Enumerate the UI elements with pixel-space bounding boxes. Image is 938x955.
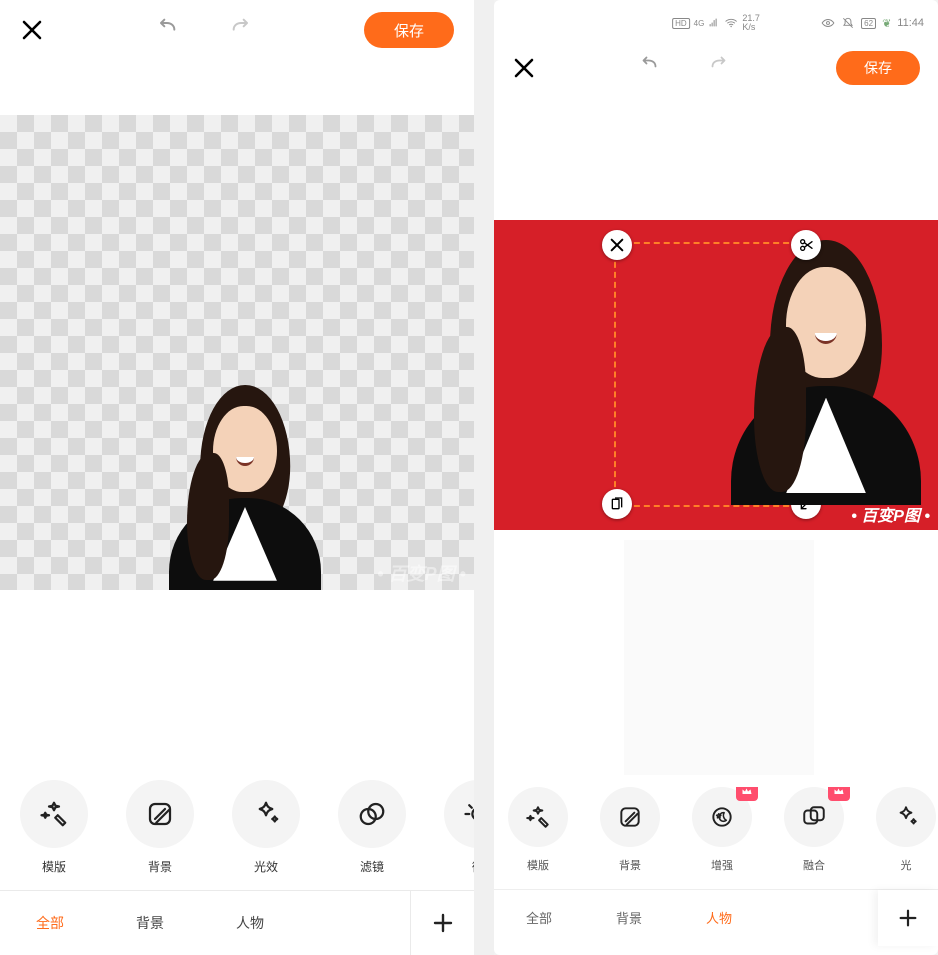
left-editor-pane: 保存 • 百变P图 • 模版 背景 光效 [0,0,474,955]
wifi-icon [724,16,738,30]
undo-button[interactable] [632,56,668,80]
tab-person[interactable]: 人物 [200,913,300,933]
tool-light[interactable]: 光效 [232,780,300,875]
signal-icon [708,17,720,29]
net-speed: 21.7K/s [742,14,760,32]
clock: 11:44 [897,17,924,29]
selection-frame[interactable] [614,242,809,507]
leaf-icon: ❦ [882,17,891,30]
close-button[interactable] [512,56,536,80]
left-canvas-transparent[interactable]: • 百变P图 • [0,115,474,590]
tab-all[interactable]: 全部 [0,913,100,933]
close-button[interactable] [20,18,44,42]
tool-label: 微 [472,858,474,875]
vip-badge [828,787,850,801]
tool-enhance[interactable]: 增强 [692,787,752,887]
save-button[interactable]: 保存 [364,12,454,48]
left-tab-bar: 全部 背景 人物 [0,890,474,954]
watermark: • 百变P图 • [377,560,466,586]
tool-label: 光效 [254,858,278,875]
right-tool-row: 模版 背景 增强 融合 光 [494,787,938,887]
mute-bell-icon [841,16,855,30]
tool-blend[interactable]: 融合 [784,787,844,887]
redo-button[interactable] [224,18,260,42]
handle-delete[interactable] [602,230,632,260]
status-bar: HD 4G 21.7K/s 62 ❦ 11:44 [494,10,938,36]
tab-person[interactable]: 人物 [674,908,764,927]
tool-label: 背景 [148,858,172,875]
right-tab-bar: 全部 背景 人物 [494,889,938,945]
tab-background[interactable]: 背景 [584,908,674,927]
tool-background[interactable]: 背景 [126,780,194,875]
tool-background[interactable]: 背景 [600,787,660,887]
tool-label: 模版 [527,857,549,873]
handle-cutout[interactable] [791,230,821,260]
tool-fine-partial[interactable]: 微 [444,780,474,875]
tool-filter[interactable]: 滤镜 [338,780,406,875]
tool-light-partial[interactable]: 光 [876,787,936,887]
right-editor-pane: HD 4G 21.7K/s 62 ❦ 11:44 [494,0,938,955]
tool-label: 滤镜 [360,858,384,875]
subject-cutout[interactable] [726,240,926,505]
tool-template[interactable]: 模版 [508,787,568,887]
vip-badge [736,787,758,801]
tool-label: 增强 [711,857,733,873]
net-4g-icon: 4G [694,19,705,28]
left-toolbar: 保存 [0,0,474,60]
eye-icon [821,16,835,30]
tool-label: 融合 [803,857,825,873]
tool-template[interactable]: 模版 [20,780,88,875]
redo-button[interactable] [704,56,740,80]
undo-button[interactable] [148,18,184,42]
battery-icon: 62 [861,18,876,29]
hd-icon: HD [672,18,690,29]
subject-cutout[interactable] [165,385,325,590]
save-button[interactable]: 保存 [836,51,920,85]
tool-label: 背景 [619,857,641,873]
handle-copy[interactable] [602,489,632,519]
tool-label: 光 [901,857,912,873]
add-button[interactable] [410,891,474,955]
tab-all[interactable]: 全部 [494,908,584,927]
watermark: • 百变P图 • [851,502,930,526]
right-canvas-red[interactable]: • 百变P图 • [494,220,938,530]
add-button[interactable] [878,890,938,946]
tab-background[interactable]: 背景 [100,913,200,933]
ghost-preview [624,540,814,775]
right-toolbar: 保存 [494,36,938,100]
left-tool-row: 模版 背景 光效 滤镜 微 [0,780,474,890]
tool-label: 模版 [42,858,66,875]
